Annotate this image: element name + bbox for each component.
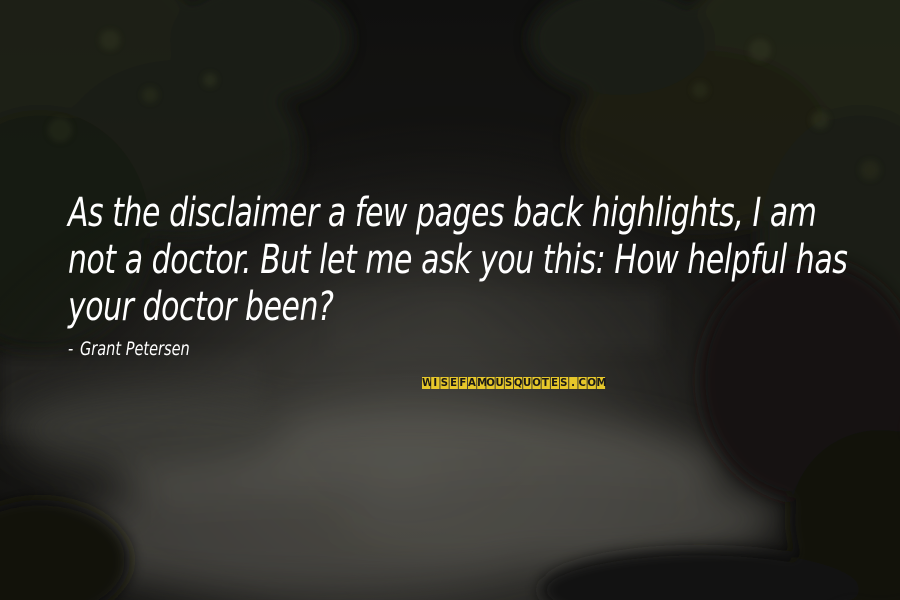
watermark-letter: E	[449, 376, 458, 389]
watermark-letter: I	[431, 377, 440, 389]
watermark-text: WI S E F AMOUSQUOT E S. COM	[422, 376, 607, 389]
watermark-letter: W	[422, 376, 434, 389]
author-name: Grant Petersen	[80, 338, 190, 360]
watermark-letter: O	[532, 376, 542, 389]
site-watermark: WI S E F AMOUSQUOT E S. COM	[422, 377, 620, 389]
watermark-letter: C	[578, 376, 587, 389]
watermark-letter: T	[541, 376, 550, 389]
watermark-letter: M	[477, 376, 488, 389]
quote-text: As the disclaimer a few pages back highl…	[68, 190, 848, 331]
quote-card: As the disclaimer a few pages back highl…	[0, 0, 900, 600]
quote-line: As the disclaimer a few pages back highl…	[68, 190, 817, 236]
watermark-letter: U	[495, 376, 504, 389]
author-dash: -	[68, 338, 74, 360]
watermark-letter: .	[568, 377, 578, 389]
watermark-letter: F	[458, 376, 468, 389]
watermark-letter: U	[523, 376, 532, 389]
watermark-letter: S	[504, 376, 514, 389]
watermark-letter: E	[550, 376, 559, 389]
watermark-letter: S	[440, 376, 449, 389]
watermark-letter: M	[596, 376, 607, 389]
watermark-letter: S	[559, 376, 569, 389]
watermark-letter: O	[587, 376, 597, 389]
watermark-letter: Q	[513, 376, 523, 389]
quote-line: your doctor been?	[68, 284, 334, 330]
quote-author: - Grant Petersen	[68, 338, 190, 360]
quote-line: not a doctor. But let me ask you this: H…	[68, 237, 848, 283]
watermark-letter: A	[467, 376, 477, 389]
watermark-letter: O	[486, 376, 496, 389]
